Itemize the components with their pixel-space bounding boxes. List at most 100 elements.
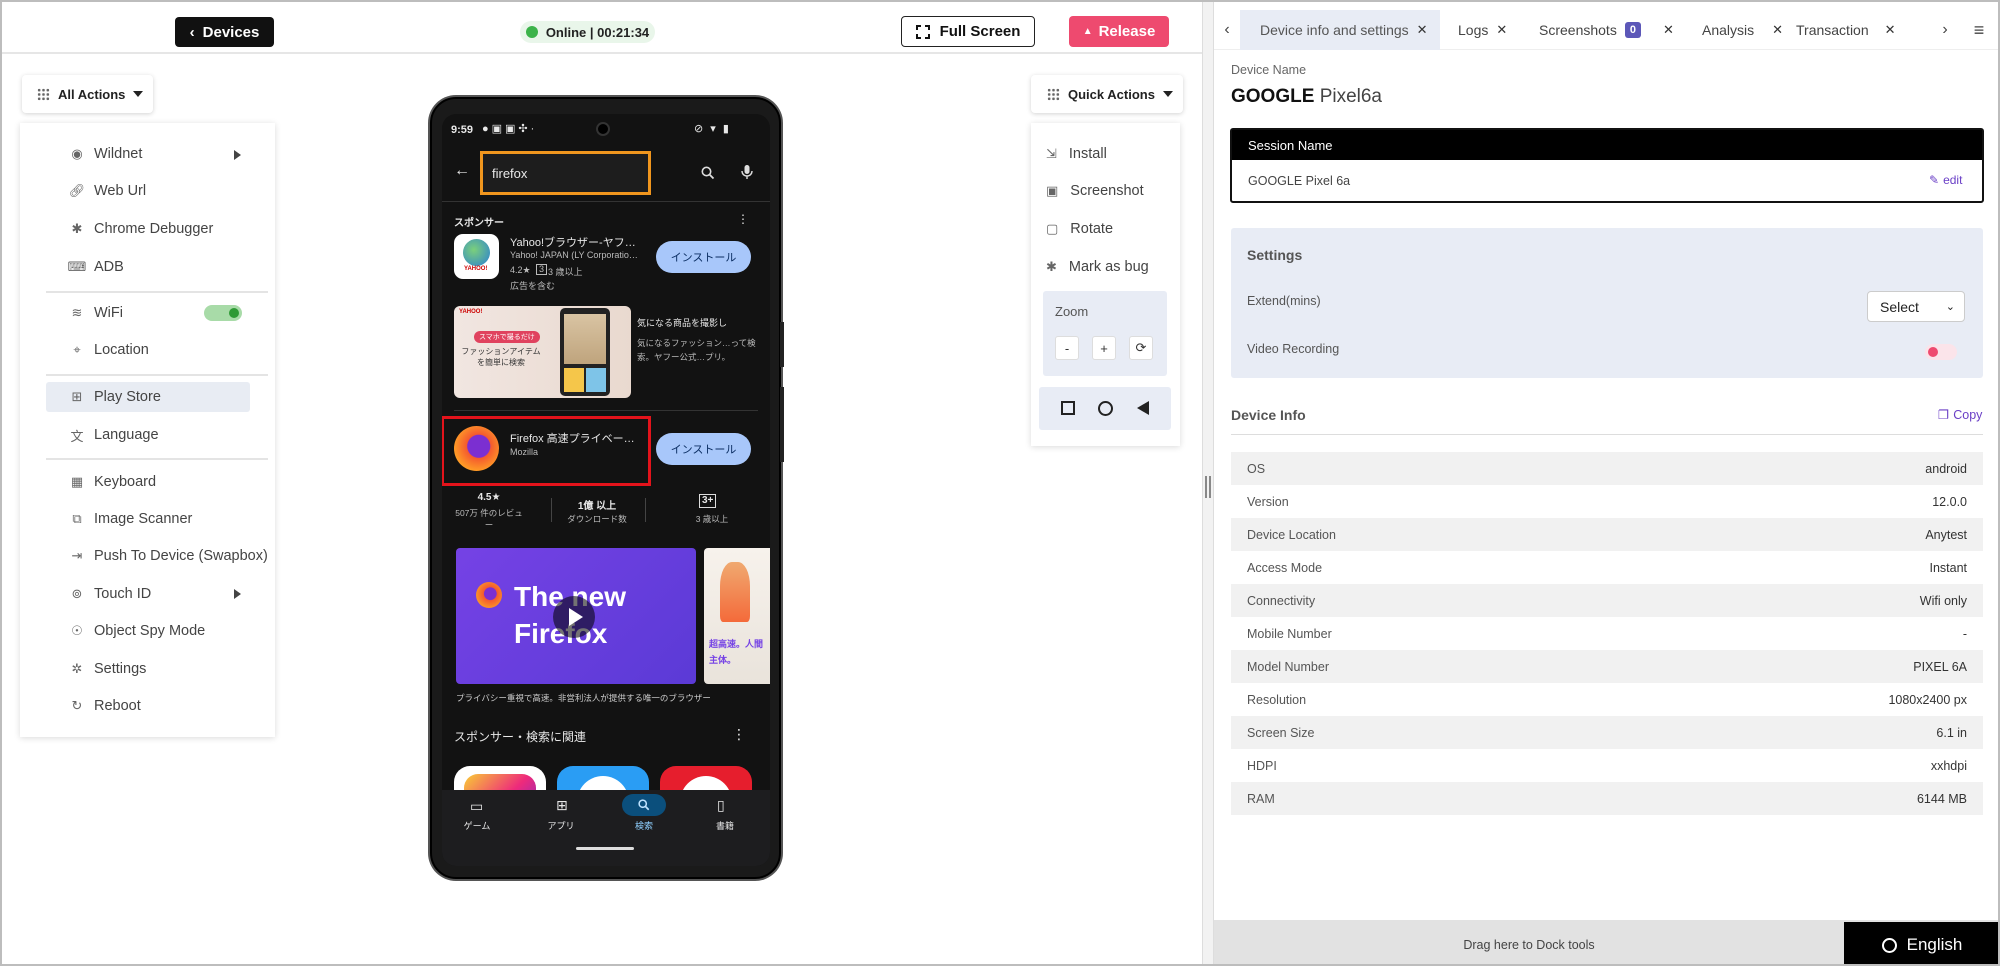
- extend-select[interactable]: Select ⌄: [1867, 291, 1965, 322]
- nav-apps-label[interactable]: アプリ: [546, 819, 576, 832]
- menu-item-play-store[interactable]: ⊞ Play Store: [46, 382, 250, 412]
- tab-device-info[interactable]: Device info and settings ✕: [1240, 10, 1440, 50]
- menu-item-language[interactable]: 文 Language: [46, 420, 242, 450]
- tab-analysis[interactable]: Analysis ✕: [1694, 10, 1783, 50]
- apps-grid-icon[interactable]: ⊞: [556, 797, 568, 814]
- nav-search-pill[interactable]: [622, 794, 666, 816]
- full-screen-label: Full Screen: [939, 23, 1021, 40]
- wifi-icon: ≋: [71, 305, 83, 320]
- info-value: 6144 MB: [1916, 791, 1967, 806]
- video-recording-toggle[interactable]: [1925, 344, 1957, 360]
- close-icon[interactable]: ✕: [1885, 22, 1896, 38]
- zoom-in-button[interactable]: +: [1092, 336, 1116, 360]
- tab-label: Logs: [1458, 22, 1489, 38]
- full-screen-button[interactable]: Full Screen: [901, 16, 1035, 47]
- language-selector[interactable]: English: [1844, 922, 1998, 964]
- nav-books-label[interactable]: 書籍: [710, 819, 740, 832]
- firefox-app-icon[interactable]: [454, 426, 499, 471]
- expand-right-icon[interactable]: [234, 589, 241, 599]
- device-info-title: Device Info: [1231, 407, 1306, 423]
- tab-label: Transaction: [1796, 22, 1869, 38]
- copy-button[interactable]: ❐ Copy: [1938, 407, 1982, 423]
- stat-divider: [645, 498, 646, 522]
- settings-panel: Settings Extend(mins) Select ⌄ Video Rec…: [1231, 228, 1983, 378]
- nav-games-label[interactable]: ゲーム: [462, 819, 492, 832]
- hamburger-icon: ≡: [1973, 19, 1985, 40]
- tab-scroll-right[interactable]: ›: [1932, 10, 1958, 50]
- tab-screenshots[interactable]: Screenshots 0 ✕: [1529, 10, 1674, 50]
- tab-scroll-left[interactable]: ‹: [1214, 10, 1240, 50]
- quick-install[interactable]: ⇲ Install: [1046, 139, 1107, 169]
- expand-right-icon[interactable]: [234, 150, 241, 160]
- banner-tag: スマホで撮るだけ: [474, 331, 540, 343]
- menu-item-wildnet[interactable]: ◉ Wildnet: [46, 139, 242, 169]
- yahoo-rating: 4.2★: [510, 265, 531, 275]
- splitter-handle[interactable]: [1209, 476, 1211, 498]
- menu-item-reboot[interactable]: ↻ Reboot: [46, 691, 242, 721]
- tab-logs[interactable]: Logs ✕: [1442, 10, 1507, 50]
- menu-item-location[interactable]: ⌖ Location: [46, 335, 242, 365]
- menu-item-web-url[interactable]: 🔗︎ Web Url: [46, 176, 242, 206]
- yahoo-app-icon[interactable]: YAHOO!: [454, 234, 499, 279]
- tab-label: Analysis: [1702, 22, 1755, 38]
- panel-splitter[interactable]: [1202, 2, 1214, 964]
- quick-screenshot[interactable]: ▣ Screenshot: [1046, 176, 1144, 206]
- info-value: xxhdpi: [1930, 758, 1967, 773]
- back-label: Devices: [202, 23, 260, 41]
- all-actions-button[interactable]: All Actions: [22, 75, 153, 113]
- yahoo-contains-ads: 広告を含む: [510, 281, 556, 291]
- yahoo-promo-banner[interactable]: YAHOO! スマホで撮るだけ ファッションアイテムを簡単に検索: [454, 306, 631, 398]
- back-to-devices-button[interactable]: ‹ Devices: [175, 17, 274, 47]
- tab-transaction[interactable]: Transaction ✕: [1786, 10, 1896, 50]
- menu-item-settings[interactable]: ✲ Settings: [46, 654, 242, 684]
- menu-item-keyboard[interactable]: ▦ Keyboard: [46, 467, 242, 497]
- menu-item-chrome-debugger[interactable]: ✱ Chrome Debugger: [46, 214, 242, 244]
- recents-button[interactable]: [1061, 401, 1075, 415]
- quick-rotate[interactable]: ▢ Rotate: [1046, 214, 1113, 244]
- edit-session-button[interactable]: ✎ edit: [1929, 173, 1962, 187]
- home-button[interactable]: [1098, 401, 1113, 416]
- menu-item-object-spy[interactable]: ☉ Object Spy Mode: [46, 616, 242, 646]
- back-arrow-icon[interactable]: ←: [454, 162, 470, 180]
- search-icon[interactable]: [701, 166, 715, 185]
- camera-hole: [596, 122, 610, 136]
- play-icon[interactable]: [553, 596, 595, 638]
- banner-phone-image: [560, 308, 610, 396]
- menu-item-label: Chrome Debugger: [94, 221, 214, 237]
- close-icon[interactable]: ✕: [1417, 22, 1428, 38]
- grid-icon: [1047, 87, 1060, 101]
- zoom-reset-button[interactable]: ⟳: [1129, 336, 1153, 360]
- release-button[interactable]: ▲ Release: [1069, 16, 1169, 47]
- splitter-handle[interactable]: [1205, 476, 1207, 498]
- gamepad-icon[interactable]: ▭: [470, 798, 483, 815]
- firefox-promo-video[interactable]: The new Firefox: [456, 548, 696, 684]
- microphone-icon[interactable]: [741, 164, 753, 185]
- menu-item-label: ADB: [94, 259, 124, 275]
- book-icon[interactable]: ▯: [717, 797, 725, 814]
- back-button[interactable]: [1137, 401, 1149, 415]
- zoom-out-button[interactable]: -: [1055, 336, 1079, 360]
- menu-item-image-scanner[interactable]: ⧉ Image Scanner: [46, 504, 242, 534]
- close-icon[interactable]: ✕: [1772, 22, 1783, 38]
- reboot-icon: ↻: [71, 698, 83, 713]
- search-input[interactable]: firefox: [480, 151, 651, 195]
- more-vert-icon[interactable]: ⋮: [737, 212, 749, 226]
- close-icon[interactable]: ✕: [1496, 22, 1507, 38]
- quick-actions-button[interactable]: Quick Actions: [1031, 75, 1183, 113]
- language-icon: 文: [70, 428, 84, 444]
- menu-item-push-to-device[interactable]: ⇥ Push To Device (Swapbox): [46, 541, 276, 571]
- device-screen[interactable]: 9:59 ●▣▣✣· ⊘ ▾ ▮ ← firefox スポンサー ⋮ YAHOO…: [442, 114, 770, 866]
- promo-side-image[interactable]: 超高速。人間主体。: [704, 548, 770, 684]
- menu-button[interactable]: ≡: [1964, 10, 1994, 50]
- gesture-bar[interactable]: [576, 847, 634, 850]
- firefox-install-button[interactable]: インストール: [656, 433, 751, 465]
- menu-item-touch-id[interactable]: ⊚ Touch ID: [46, 579, 242, 609]
- menu-item-adb[interactable]: ⌨︎ ADB: [46, 252, 242, 282]
- quick-mark-bug[interactable]: ✱ Mark as bug: [1046, 252, 1149, 282]
- stat-divider: [551, 498, 552, 522]
- nav-search-label[interactable]: 検索: [629, 819, 659, 832]
- wifi-toggle[interactable]: [204, 305, 242, 321]
- close-icon[interactable]: ✕: [1663, 22, 1674, 38]
- more-vert-icon[interactable]: ⋮: [732, 726, 746, 743]
- yahoo-install-button[interactable]: インストール: [656, 241, 751, 273]
